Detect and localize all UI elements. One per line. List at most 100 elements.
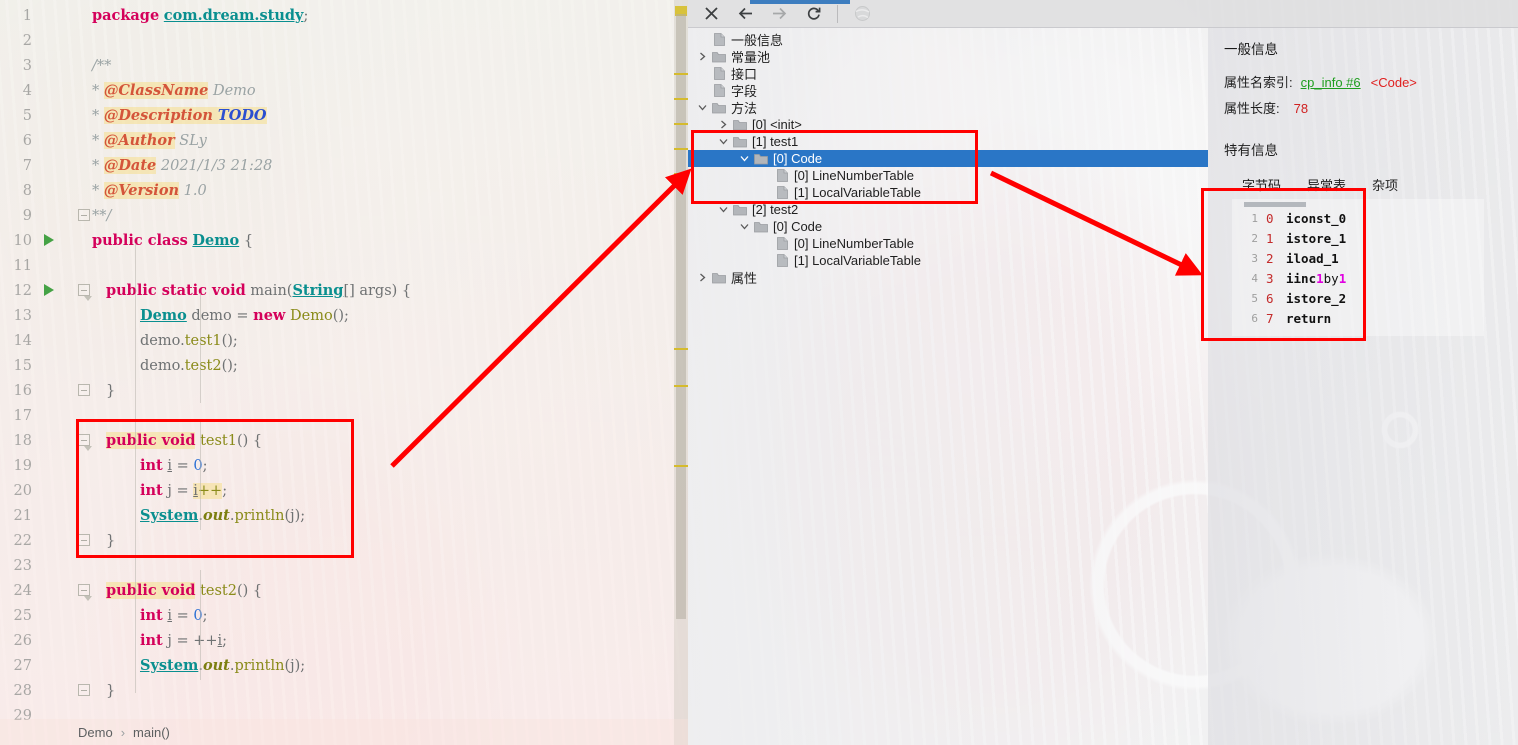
chevron-down-icon[interactable]	[715, 205, 731, 214]
gutter-markers[interactable]	[40, 403, 68, 428]
code-line[interactable]: 10 public class Demo {	[0, 228, 688, 253]
code-line[interactable]: 18 public void test1() {	[0, 428, 688, 453]
gutter-markers[interactable]	[40, 3, 68, 28]
tree-node[interactable]: 字段	[688, 82, 1208, 99]
fold-column[interactable]	[68, 428, 92, 453]
gutter-markers[interactable]	[40, 328, 68, 353]
fold-toggle-icon[interactable]	[78, 584, 92, 601]
code-line[interactable]: 1 package com.dream.study;	[0, 3, 688, 28]
tree-node[interactable]: 常量池	[688, 48, 1208, 65]
fold-column[interactable]	[68, 378, 90, 403]
fold-column[interactable]	[68, 28, 90, 53]
gutter-markers[interactable]	[40, 228, 68, 253]
info-tab[interactable]: 杂项	[1372, 175, 1398, 194]
tree-node[interactable]: 属性	[688, 269, 1208, 286]
gutter-markers[interactable]	[40, 653, 68, 678]
fold-column[interactable]	[68, 128, 90, 153]
code-line[interactable]: 9 **/	[0, 203, 688, 228]
tree-node[interactable]: [0] LineNumberTable	[688, 235, 1208, 252]
code-line[interactable]: 27 System.out.println(j);	[0, 653, 688, 678]
gutter-markers[interactable]	[40, 303, 68, 328]
fold-column[interactable]	[68, 53, 90, 78]
tree-node[interactable]: [0] Code	[688, 218, 1208, 235]
class-file-tool-window[interactable]: 一般信息 常量池 接口 字段 方法 [0] <init> [1] test1 [0] Code…	[688, 0, 1518, 745]
gutter-markers[interactable]	[40, 28, 68, 53]
back-arrow-icon[interactable]	[730, 2, 760, 26]
code-line[interactable]: 11	[0, 253, 688, 278]
tree-node[interactable]: [1] LocalVariableTable	[688, 184, 1208, 201]
gutter-markers[interactable]	[40, 678, 68, 703]
toolwindow-toolbar[interactable]	[688, 0, 1518, 28]
code-line[interactable]: 5 * @Description TODO	[0, 103, 688, 128]
info-tab[interactable]: 异常表	[1307, 175, 1346, 194]
code-lines[interactable]: 1 package com.dream.study; 2 3/** 4 * @ClassN…	[0, 0, 688, 728]
code-line[interactable]: 14 demo.test1();	[0, 328, 688, 353]
code-line[interactable]: 12 public static void main(String[] args)…	[0, 278, 688, 303]
fold-column[interactable]	[68, 628, 90, 653]
tree-node[interactable]: [0] <init>	[688, 116, 1208, 133]
code-line[interactable]: 21 System.out.println(j);	[0, 503, 688, 528]
class-structure-tree[interactable]: 一般信息 常量池 接口 字段 方法 [0] <init> [1] test1 [0] Code…	[688, 28, 1208, 745]
code-line[interactable]: 26 int j = ++i;	[0, 628, 688, 653]
gutter-markers[interactable]	[40, 603, 68, 628]
gutter-markers[interactable]	[40, 628, 68, 653]
run-triangle-icon[interactable]	[44, 234, 54, 246]
gutter-markers[interactable]	[40, 353, 68, 378]
code-line[interactable]: 8 * @Version 1.0	[0, 178, 688, 203]
scrollbar-thumb[interactable]	[676, 14, 686, 619]
chevron-right-icon[interactable]	[694, 52, 710, 61]
code-line[interactable]: 22}	[0, 528, 688, 553]
tree-node[interactable]: [0] Code	[688, 150, 1208, 167]
fold-column[interactable]	[68, 328, 90, 353]
info-tab-row[interactable]: 字节码 异常表 杂项	[1224, 175, 1518, 194]
fold-toggle-icon[interactable]	[78, 434, 92, 451]
fold-column[interactable]	[68, 678, 90, 703]
breadcrumb-method[interactable]: main()	[133, 725, 170, 740]
fold-column[interactable]	[68, 253, 90, 278]
gutter-markers[interactable]	[40, 178, 68, 203]
gutter-markers[interactable]	[40, 453, 68, 478]
tree-node[interactable]: 接口	[688, 65, 1208, 82]
chevron-down-icon[interactable]	[715, 137, 731, 146]
chevron-down-icon[interactable]	[694, 103, 710, 112]
breadcrumb-class[interactable]: Demo	[78, 725, 113, 740]
fold-column[interactable]	[68, 653, 90, 678]
editor-scrollbar[interactable]	[674, 0, 688, 745]
tree-node[interactable]: 一般信息	[688, 31, 1208, 48]
fold-column[interactable]	[68, 278, 92, 303]
tree-node[interactable]: [1] LocalVariableTable	[688, 252, 1208, 269]
fold-column[interactable]	[68, 103, 90, 128]
fold-column[interactable]	[68, 578, 92, 603]
fold-column[interactable]	[68, 553, 90, 578]
gutter-markers[interactable]	[40, 478, 68, 503]
fold-toggle-icon[interactable]	[78, 209, 90, 221]
fold-column[interactable]	[68, 303, 90, 328]
refresh-icon[interactable]	[798, 2, 828, 26]
code-line[interactable]: 2	[0, 28, 688, 53]
gutter-markers[interactable]	[40, 378, 68, 403]
gutter-markers[interactable]	[40, 53, 68, 78]
gutter-markers[interactable]	[40, 553, 68, 578]
code-line[interactable]: 3 /**	[0, 53, 688, 78]
fold-toggle-icon[interactable]	[78, 684, 90, 696]
gutter-markers[interactable]	[40, 428, 68, 453]
code-line[interactable]: 13 Demo demo = new Demo();	[0, 303, 688, 328]
fold-toggle-icon[interactable]	[78, 534, 90, 546]
gutter-markers[interactable]	[40, 153, 68, 178]
code-line[interactable]: 19 int i = 0;	[0, 453, 688, 478]
fold-column[interactable]	[68, 478, 90, 503]
code-line[interactable]: 7 * @Date 2021/1/3 21:28	[0, 153, 688, 178]
code-line[interactable]: 24 public void test2() {	[0, 578, 688, 603]
code-line[interactable]: 25 int i = 0;	[0, 603, 688, 628]
run-triangle-icon[interactable]	[44, 284, 54, 296]
code-line[interactable]: 28}	[0, 678, 688, 703]
gutter-markers[interactable]	[40, 503, 68, 528]
fold-column[interactable]	[68, 203, 90, 228]
cp-info-link[interactable]: cp_info #6	[1301, 75, 1361, 90]
bytecode-listing[interactable]: 1 0 iconst_0 2 1 istore_1 3 2 iload_1 4 3 iinc 1 by…	[1232, 199, 1484, 336]
chevron-down-icon[interactable]	[736, 222, 752, 231]
fold-column[interactable]	[68, 603, 90, 628]
fold-toggle-icon[interactable]	[78, 384, 90, 396]
code-line[interactable]: 15 demo.test2();	[0, 353, 688, 378]
fold-column[interactable]	[68, 178, 90, 203]
